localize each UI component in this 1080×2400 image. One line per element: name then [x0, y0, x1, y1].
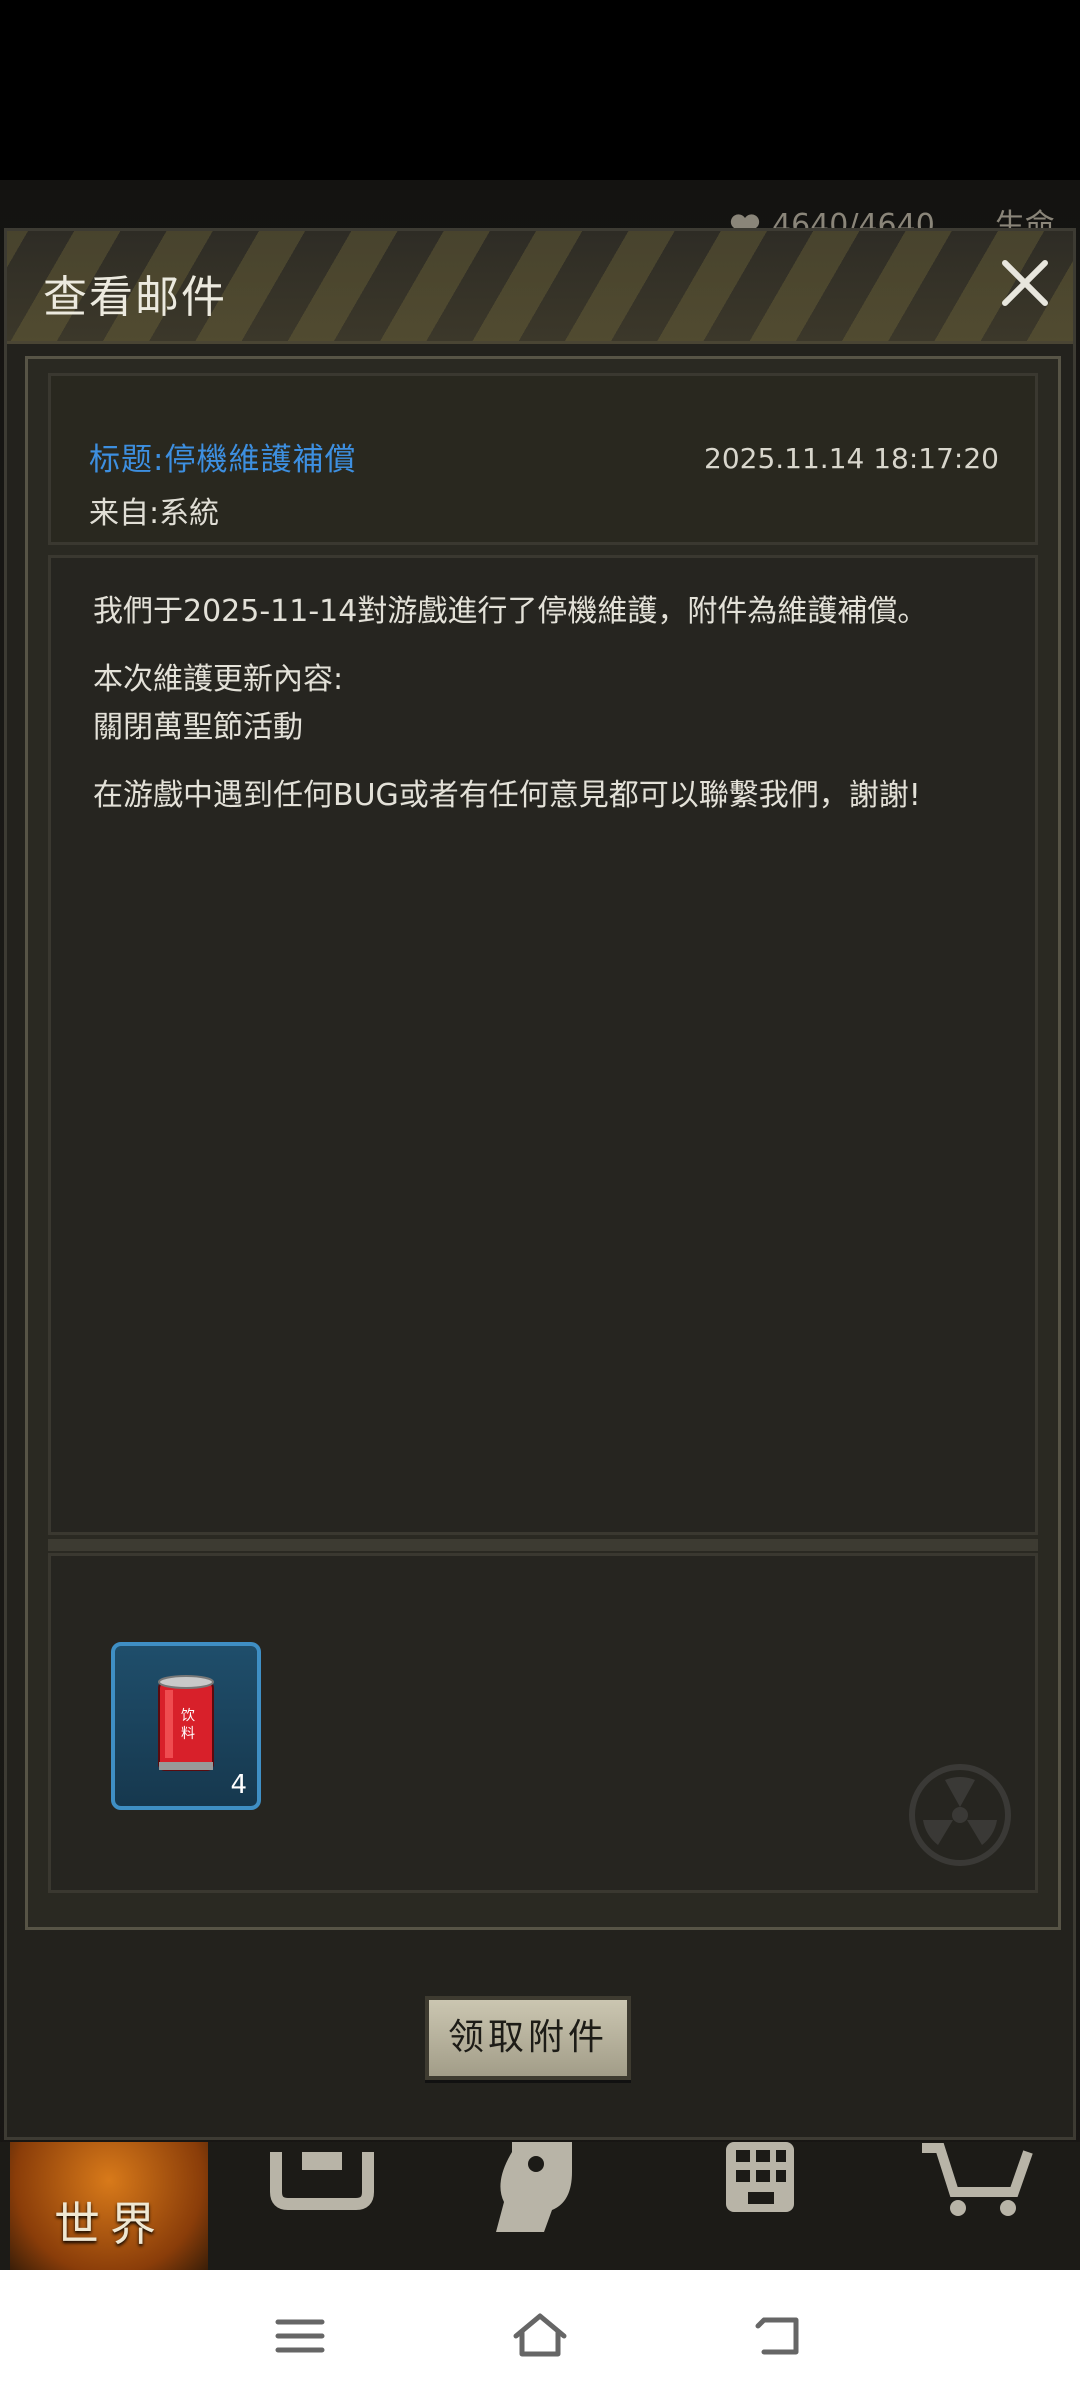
building-icon: [726, 2142, 794, 2212]
dialog-header: 查看邮件: [7, 231, 1073, 344]
character-icon: [496, 2142, 572, 2232]
mail-body: 我們于2025-11-14對游戲進行了停機維護，附件為維護補償。 本次維護更新內…: [48, 555, 1038, 1535]
nav-building-tab[interactable]: [702, 2142, 822, 2242]
mail-body-line: 在游戲中遇到任何BUG或者有任何意見都可以聯繫我們，謝謝!: [93, 778, 921, 813]
home-icon: [513, 2313, 567, 2357]
nav-world-label: 世界: [54, 2197, 166, 2251]
can-text-bottom: 料: [181, 1726, 195, 1742]
nav-shop-tab[interactable]: [918, 2142, 1038, 2242]
menu-icon: [275, 2319, 325, 2353]
claim-attachment-button[interactable]: 领取附件: [425, 1996, 631, 2080]
mail-body-line: 關閉萬聖節活動: [93, 710, 303, 745]
system-navigation-bar: [0, 2270, 1080, 2400]
mail-date: 2025.11.14 18:17:20: [704, 442, 999, 475]
mail-body-line: 我們于2025-11-14對游戲進行了停機維護，附件為維護補償。: [93, 594, 928, 629]
game-bottom-nav: 世界: [0, 2142, 1080, 2270]
attachment-count: 4: [230, 1770, 247, 1800]
can-text-top: 饮: [181, 1708, 195, 1724]
home-button[interactable]: [508, 2306, 572, 2366]
shop-cart-icon: [922, 2143, 1033, 2216]
mail-dialog: 查看邮件 标题:停機維護補償 来自:系統 2025.11.14 18:17:20…: [4, 228, 1076, 2140]
back-button[interactable]: [748, 2306, 812, 2366]
mail-body-line: 本次維護更新內容:: [93, 662, 344, 697]
bag-icon: [270, 2152, 374, 2210]
nav-bag-tab[interactable]: [262, 2142, 382, 2242]
close-button[interactable]: [995, 253, 1055, 313]
drink-can-icon: 饮 料: [158, 1675, 214, 1771]
nav-character-tab[interactable]: [482, 2142, 602, 2242]
mail-sender: 来自:系統: [89, 496, 220, 531]
recent-apps-button[interactable]: [268, 2306, 332, 2366]
dialog-title: 查看邮件: [43, 272, 227, 323]
attachment-area: 饮 料 4: [48, 1553, 1038, 1893]
radiation-watermark-icon: [909, 1764, 1011, 1866]
back-icon: [755, 2317, 799, 2355]
mail-subject: 标题:停機維護補償: [89, 442, 357, 478]
mail-header: 标题:停機維護補償 来自:系統 2025.11.14 18:17:20: [48, 373, 1038, 545]
section-divider: [48, 1539, 1038, 1551]
attachment-item[interactable]: 饮 料 4: [111, 1642, 261, 1810]
nav-world-tab[interactable]: 世界: [10, 2142, 208, 2270]
mail-content-frame: 标题:停機維護補償 来自:系統 2025.11.14 18:17:20 我們于2…: [25, 356, 1061, 1930]
close-icon: [1002, 260, 1048, 306]
